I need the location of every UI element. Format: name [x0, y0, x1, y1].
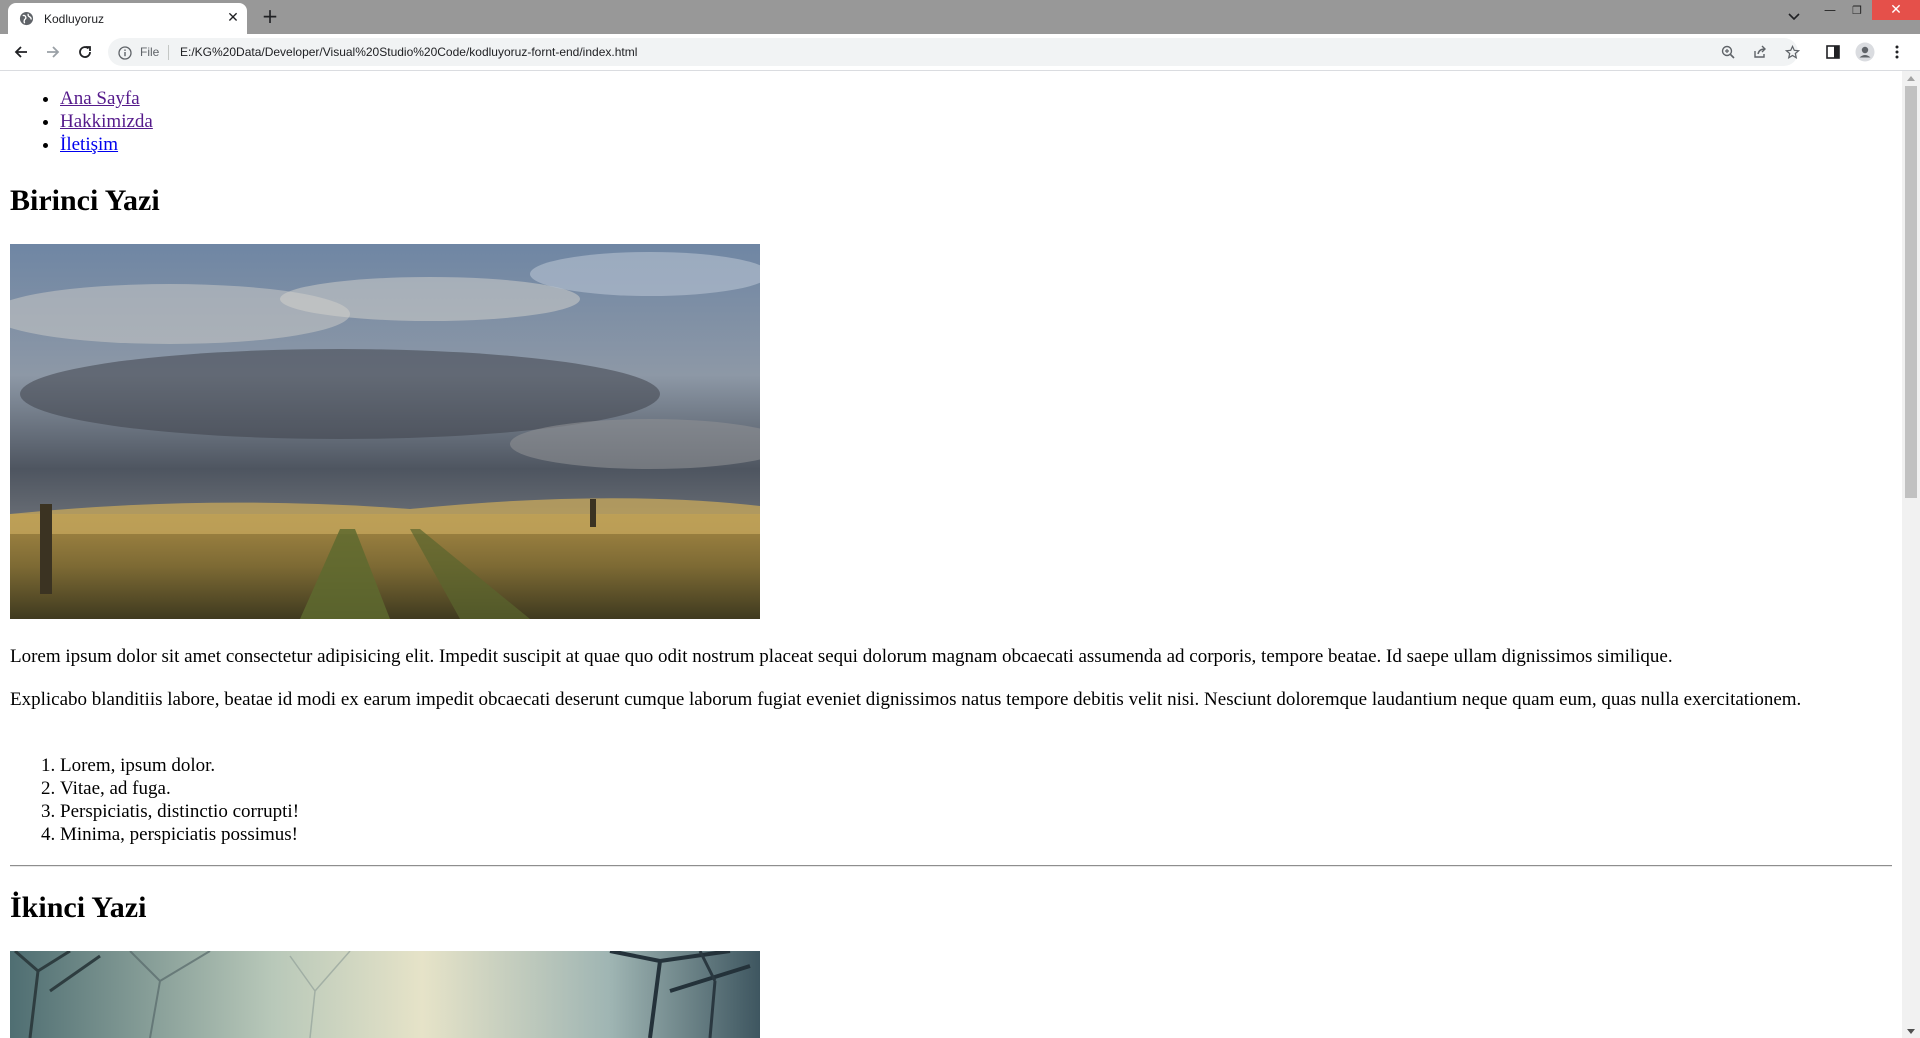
- page-scrollbar[interactable]: [1902, 71, 1920, 1038]
- list-item: Lorem, ipsum dolor.: [60, 754, 299, 777]
- profile-icon[interactable]: [1853, 40, 1877, 64]
- plus-icon[interactable]: +: [260, 4, 280, 28]
- scroll-down-arrow-icon[interactable]: [1902, 1024, 1920, 1038]
- scroll-up-arrow-icon[interactable]: [1902, 71, 1920, 85]
- info-icon[interactable]: [118, 45, 132, 60]
- scrollbar-thumb[interactable]: [1905, 86, 1917, 498]
- reload-icon[interactable]: [74, 41, 96, 63]
- post-paragraph: Lorem ipsum dolor sit amet consectetur a…: [10, 646, 1673, 667]
- page-viewport: Ana Sayfa Hakkimizda İletişim Birinci Ya…: [0, 71, 1902, 1038]
- side-panel-icon[interactable]: [1821, 40, 1845, 64]
- nav-link-ana-sayfa[interactable]: Ana Sayfa: [60, 88, 140, 109]
- restore-icon[interactable]: ❐: [1845, 0, 1869, 20]
- address-url[interactable]: E:/KG%20Data/Developer/Visual%20Studio%2…: [180, 45, 637, 59]
- nav-item-ana-sayfa: Ana Sayfa: [60, 87, 153, 110]
- close-icon[interactable]: ✕: [1872, 0, 1920, 20]
- close-icon[interactable]: ✕: [224, 9, 242, 27]
- post-heading: Birinci Yazi: [10, 184, 160, 217]
- globe-icon: [19, 11, 34, 26]
- list-item: Minima, perspiciatis possimus!: [60, 823, 299, 846]
- nav-link-hakkimizda[interactable]: Hakkimizda: [60, 111, 153, 132]
- minimize-icon[interactable]: —: [1818, 0, 1842, 20]
- forest-image: [10, 951, 760, 1038]
- address-scheme-label: File: [140, 45, 160, 59]
- forward-arrow-icon[interactable]: [42, 41, 64, 63]
- address-separator: [168, 45, 169, 60]
- horizontal-rule: [10, 865, 1892, 867]
- more-vert-icon[interactable]: [1885, 40, 1909, 64]
- post-paragraph: Explicabo blanditiis labore, beatae id m…: [10, 689, 1802, 710]
- tab-title: Kodluyoruz: [44, 12, 105, 26]
- zoom-icon[interactable]: [1718, 42, 1738, 62]
- nav-item-hakkimizda: Hakkimizda: [60, 110, 153, 133]
- browser-toolbar: File E:/KG%20Data/Developer/Visual%20Stu…: [0, 34, 1920, 71]
- list-item: Vitae, ad fuga.: [60, 777, 299, 800]
- share-icon[interactable]: [1750, 42, 1770, 62]
- back-arrow-icon[interactable]: [10, 41, 32, 63]
- site-nav: Ana Sayfa Hakkimizda İletişim: [10, 87, 153, 156]
- bookmark-star-icon[interactable]: [1782, 42, 1802, 62]
- field-landscape-image: [10, 244, 760, 619]
- nav-item-iletisim: İletişim: [60, 133, 153, 156]
- nav-link-iletisim[interactable]: İletişim: [60, 134, 118, 155]
- post-heading: İkinci Yazi: [10, 891, 147, 924]
- post-ordered-list: Lorem, ipsum dolor. Vitae, ad fuga. Pers…: [10, 754, 299, 846]
- browser-tab-strip: Kodluyoruz ✕ + — ❐ ✕: [0, 0, 1920, 34]
- browser-tab[interactable]: Kodluyoruz ✕: [8, 3, 247, 34]
- chevron-down-icon[interactable]: [1782, 6, 1806, 28]
- list-item: Perspiciatis, distinctio corrupti!: [60, 800, 299, 823]
- address-bar[interactable]: File E:/KG%20Data/Developer/Visual%20Stu…: [108, 38, 1800, 66]
